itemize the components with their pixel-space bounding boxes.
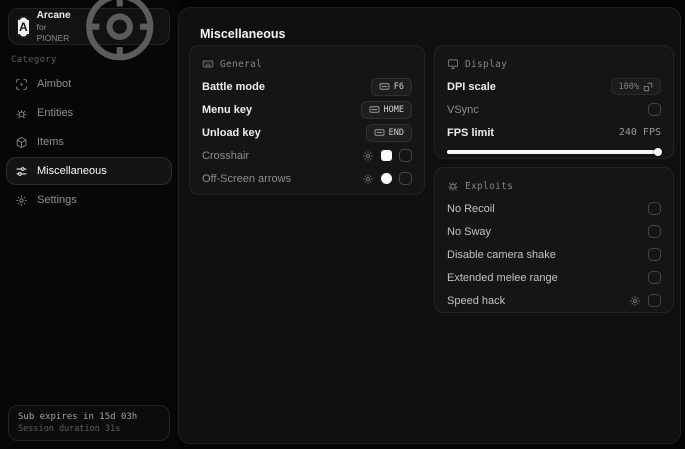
setting-row-dpi-scale: DPI scale 100% [447, 75, 661, 98]
sidebar-item-label: Settings [37, 194, 77, 206]
setting-row-menu-key: Menu key HOME [202, 98, 412, 121]
keyboard-icon [379, 81, 390, 92]
spider-icon [15, 107, 28, 120]
app-name: Arcane [36, 9, 71, 21]
setting-row-offscreen-arrows: Off-Screen arrows [202, 167, 412, 190]
keybind-button-menu-key[interactable]: HOME [360, 100, 412, 119]
box-icon [15, 136, 28, 149]
no-sway-checkbox[interactable] [648, 225, 661, 238]
gear-icon[interactable] [362, 173, 374, 185]
fps-limit-value: 240 FPS [618, 127, 661, 138]
setting-label: FPS limit [447, 126, 495, 139]
main-panel: Miscellaneous General Battle mode F6 Men… [178, 7, 681, 444]
color-swatch[interactable] [381, 173, 392, 184]
setting-label: Battle mode [202, 80, 265, 93]
page-title: Miscellaneous [200, 27, 286, 41]
setting-label: DPI scale [447, 80, 496, 93]
sidebar-item-entities[interactable]: Entities [6, 99, 172, 127]
sidebar-item-label: Items [37, 136, 64, 148]
setting-row-no-recoil: No Recoil [447, 197, 661, 220]
setting-row-extended-melee-range: Extended melee range [447, 266, 661, 289]
disable-camera-shake-checkbox[interactable] [648, 248, 661, 261]
no-recoil-checkbox[interactable] [648, 202, 661, 215]
setting-label: Extended melee range [447, 271, 558, 284]
setting-row-vsync: VSync [447, 98, 661, 121]
offscreen-arrows-checkbox[interactable] [399, 172, 412, 185]
setting-row-fps-limit: FPS limit 240 FPS [447, 121, 661, 144]
crosshair-checkbox[interactable] [399, 149, 412, 162]
bug-icon [447, 180, 459, 192]
extended-melee-range-checkbox[interactable] [648, 271, 661, 284]
sidebar-nav: Aimbot Entities Items Miscellaneous Sett… [0, 70, 178, 214]
setting-row-disable-camera-shake: Disable camera shake [447, 243, 661, 266]
sliders-icon [15, 165, 28, 178]
sidebar-item-miscellaneous[interactable]: Miscellaneous [6, 157, 172, 185]
speed-hack-checkbox[interactable] [648, 294, 661, 307]
scale-icon [643, 82, 653, 92]
scan-icon [15, 78, 28, 91]
display-card: Display DPI scale 100% VSync FPS limit 2… [434, 45, 674, 159]
monitor-icon [447, 58, 459, 70]
keybind-button-unload-key[interactable]: END [365, 123, 412, 142]
general-card: General Battle mode F6 Menu key HOME Unl… [189, 45, 425, 195]
vsync-checkbox[interactable] [648, 103, 661, 116]
settings-icon[interactable] [79, 0, 160, 67]
session-duration-text: Session duration 31s [18, 424, 121, 434]
setting-label: Crosshair [202, 149, 250, 162]
setting-label: Unload key [202, 126, 261, 139]
color-swatch[interactable] [381, 150, 392, 161]
setting-label: Off-Screen arrows [202, 172, 292, 185]
setting-label: Speed hack [447, 294, 506, 307]
slider-fill [447, 150, 661, 154]
sub-expiry-text: Sub expires in 15d 03h [18, 412, 138, 422]
section-title-display: Display [465, 58, 508, 70]
keyboard-icon [369, 104, 380, 115]
slider-knob[interactable] [654, 148, 662, 156]
sidebar-item-settings[interactable]: Settings [6, 186, 172, 214]
sidebar-item-label: Entities [37, 107, 74, 119]
gear-icon[interactable] [362, 150, 374, 162]
setting-label: No Sway [447, 225, 492, 238]
setting-row-battle-mode: Battle mode F6 [202, 75, 412, 98]
subscription-status-card: Sub expires in 15d 03h Session duration … [8, 405, 170, 441]
dpi-scale-button[interactable]: 100% [610, 78, 661, 95]
exploits-card: Exploits No Recoil No Sway Disable camer… [434, 167, 674, 313]
category-label: Category [11, 55, 57, 65]
keyboard-icon [202, 58, 214, 70]
sidebar: A Arcane for PIONER Category Aimbot Enti… [0, 0, 178, 449]
fps-limit-slider[interactable] [447, 148, 662, 156]
sidebar-item-aimbot[interactable]: Aimbot [6, 70, 172, 98]
app-subtitle: for PIONER [36, 22, 70, 43]
gear-icon [15, 194, 28, 207]
setting-label: Menu key [202, 103, 253, 116]
section-title-exploits: Exploits [465, 180, 514, 192]
sidebar-item-label: Aimbot [37, 78, 72, 90]
setting-row-speed-hack: Speed hack [447, 289, 661, 312]
setting-label: Disable camera shake [447, 248, 556, 261]
section-title-general: General [220, 58, 263, 70]
setting-row-unload-key: Unload key END [202, 121, 412, 144]
gear-icon[interactable] [629, 295, 641, 307]
app-logo: A [18, 15, 29, 38]
setting-row-crosshair: Crosshair [202, 144, 412, 167]
setting-label: VSync [447, 103, 479, 116]
keybind-button-battle-mode[interactable]: F6 [370, 77, 412, 96]
app-logo-card: A Arcane for PIONER [8, 0, 170, 61]
setting-label: No Recoil [447, 202, 495, 215]
keyboard-icon [374, 127, 385, 138]
setting-row-no-sway: No Sway [447, 220, 661, 243]
sidebar-item-label: Miscellaneous [37, 165, 107, 177]
sidebar-item-items[interactable]: Items [6, 128, 172, 156]
